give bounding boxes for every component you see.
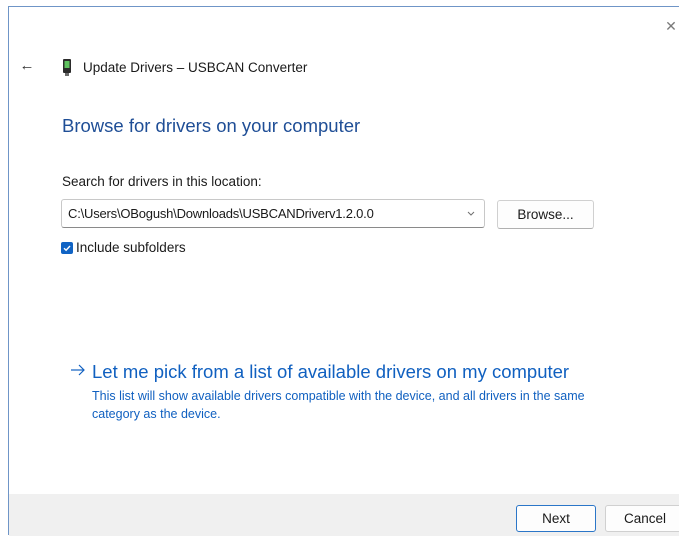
page-title: Browse for drivers on your computer	[62, 115, 361, 136]
back-arrow-icon[interactable]: ←	[18, 57, 36, 75]
update-drivers-dialog: ✕ ← Update Drivers – USBCAN Converter Br…	[8, 6, 679, 536]
driver-path-value[interactable]: C:\Users\OBogush\Downloads\USBCANDriverv…	[68, 204, 374, 224]
usb-device-icon	[63, 59, 71, 76]
browse-button[interactable]: Browse...	[497, 200, 594, 229]
include-subfolders-checkbox[interactable]	[61, 242, 73, 254]
search-location-label: Search for drivers in this location:	[62, 174, 262, 189]
pick-driver-link-title[interactable]: Let me pick from a list of available dri…	[92, 359, 569, 385]
include-subfolders-label[interactable]: Include subfolders	[76, 238, 186, 258]
next-button[interactable]: Next	[516, 505, 596, 532]
close-icon[interactable]: ✕	[663, 17, 679, 35]
driver-path-combobox[interactable]: C:\Users\OBogush\Downloads\USBCANDriverv…	[61, 199, 485, 228]
cancel-button[interactable]: Cancel	[605, 505, 679, 532]
chevron-down-icon[interactable]	[466, 205, 476, 221]
arrow-right-icon[interactable]	[70, 362, 86, 378]
window-title: Update Drivers – USBCAN Converter	[83, 60, 308, 75]
pick-driver-link-description[interactable]: This list will show available drivers co…	[92, 387, 632, 423]
dialog-footer: Next Cancel	[9, 494, 679, 536]
